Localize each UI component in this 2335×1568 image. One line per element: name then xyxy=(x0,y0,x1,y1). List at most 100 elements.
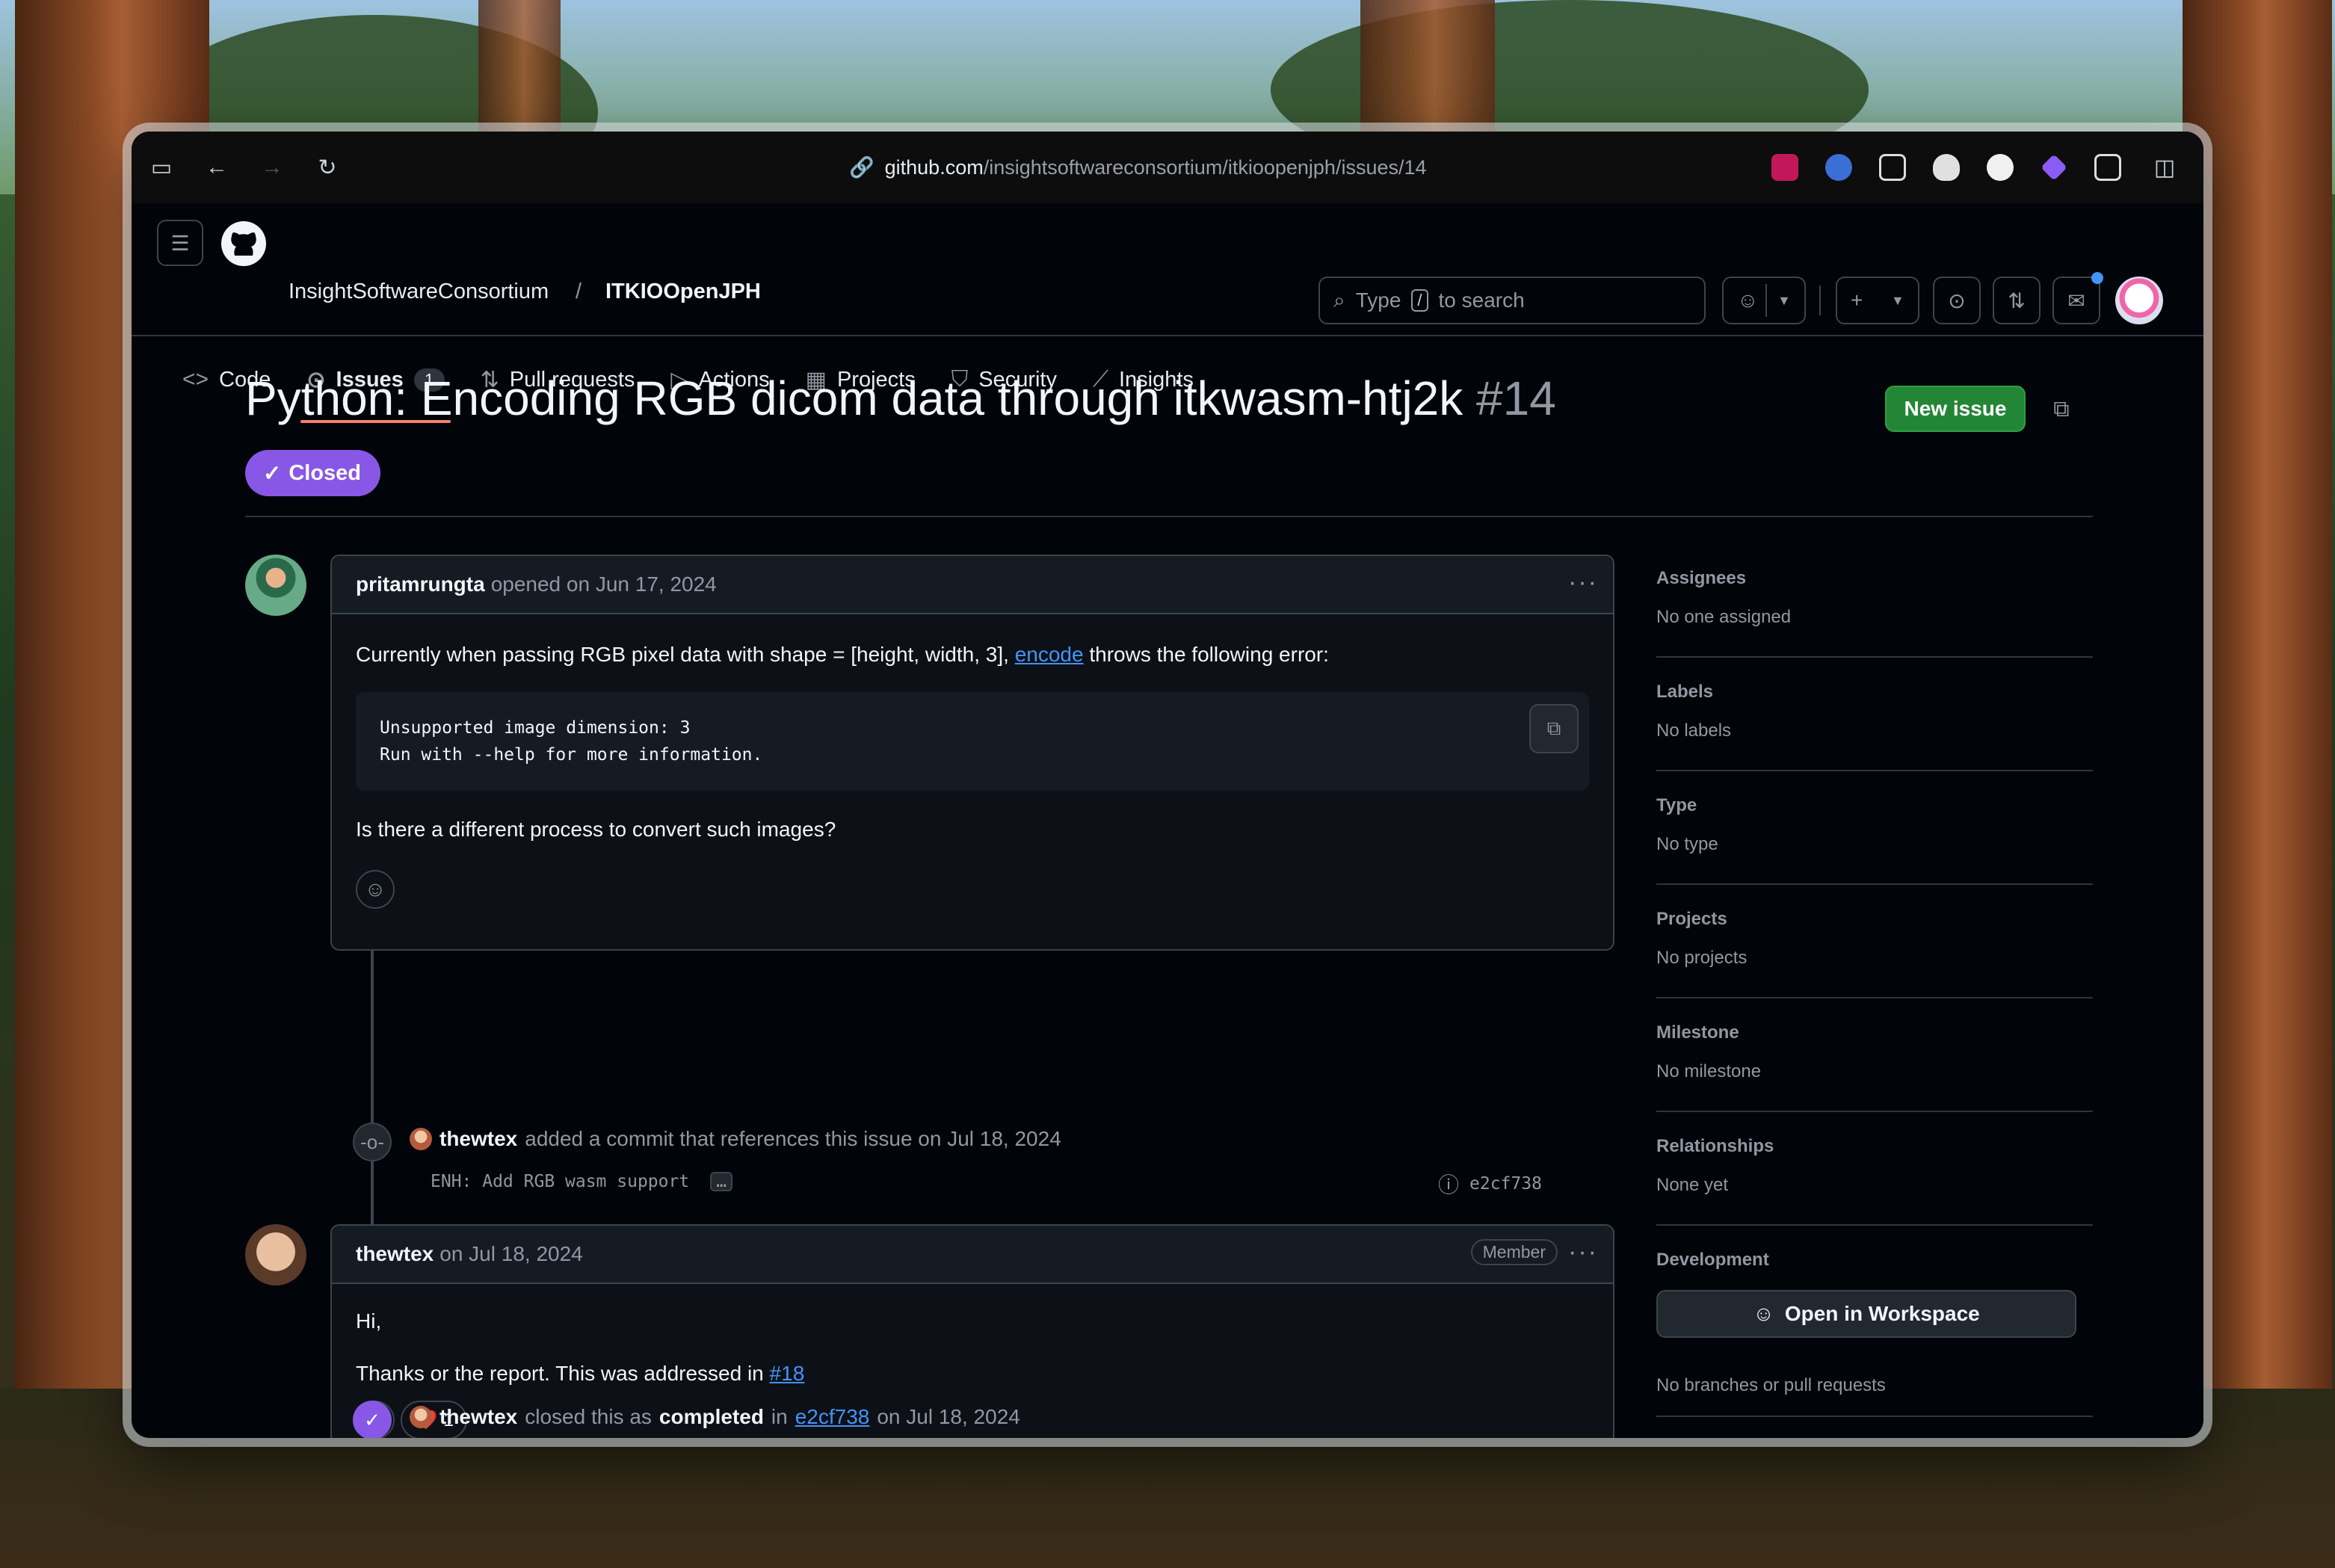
timeline-line xyxy=(371,951,374,1224)
issue-sidebar: Assignees No one assigned Labels No labels… xyxy=(1656,132,2093,1438)
event-text: in xyxy=(771,1405,788,1428)
comment-paragraph: Thanks or the report. This was addressed… xyxy=(356,1362,1589,1386)
commit-message[interactable]: ENH: Add RGB wasm support xyxy=(431,1172,689,1191)
commit-sha[interactable]: e2cf738 xyxy=(1469,1174,1542,1194)
comment-paragraph: Is there a different process to convert … xyxy=(356,818,836,841)
member-badge: Member xyxy=(1470,1239,1558,1265)
commit-row: ENH: Add RGB wasm support … xyxy=(431,1172,733,1191)
comment-paragraph: Currently when passing RGB pixel data wi… xyxy=(356,643,1589,667)
sidebar-heading: Milestone xyxy=(1656,1022,1739,1043)
search-placeholder-prefix: Type xyxy=(1355,288,1401,312)
expand-commit-button[interactable]: … xyxy=(710,1172,733,1191)
pull-request-link[interactable]: #18 xyxy=(770,1362,805,1385)
status-badge-label: Closed xyxy=(289,460,361,485)
issue-number: #14 xyxy=(1476,371,1556,425)
event-status: completed xyxy=(658,1405,764,1428)
sidebar-heading: Projects xyxy=(1656,909,1727,929)
author-avatar[interactable] xyxy=(410,1406,432,1428)
sidebar-heading: Development xyxy=(1656,1250,1769,1270)
sidebar-development: Development ☺ Open in Workspace No branch… xyxy=(1656,1250,2093,1417)
sidebar-value: No branches or pull requests xyxy=(1656,1375,1886,1395)
menu-icon[interactable]: ☰ xyxy=(157,220,203,266)
comment-timestamp: on Jul 18, 2024 xyxy=(439,1242,583,1265)
sidebar-type[interactable]: Type No type xyxy=(1656,795,2093,885)
sidebar-heading: Labels xyxy=(1656,682,1714,702)
commit-link[interactable]: e2cf738 xyxy=(795,1405,870,1429)
forward-arrow-icon[interactable]: → xyxy=(256,151,289,184)
search-icon: ⌕ xyxy=(1333,288,1345,312)
comment-author[interactable]: thewtex xyxy=(356,1242,434,1266)
user-avatar[interactable] xyxy=(2115,277,2163,324)
sidebar-heading: Assignees xyxy=(1656,568,1747,588)
encode-link[interactable]: encode xyxy=(1015,643,1084,666)
sidebar-labels[interactable]: Labels No labels xyxy=(1656,682,2093,771)
issue-title-text: Python: Encoding RGB dicom data through … xyxy=(245,371,1463,425)
commit-event: thewtex added a commit that references t… xyxy=(410,1127,1061,1151)
sidebar-value: No one assigned xyxy=(1656,607,1792,627)
comment-timestamp: opened on Jun 17, 2024 xyxy=(490,572,717,596)
author-avatar[interactable] xyxy=(245,555,306,616)
reload-icon[interactable]: ↻ xyxy=(311,151,344,184)
sidebar-value: No labels xyxy=(1656,720,1732,741)
comment-author[interactable]: pritamrungta xyxy=(356,572,485,596)
code-line: Unsupported image dimension: 3 xyxy=(380,718,691,738)
sidebar-milestone[interactable]: Milestone No milestone xyxy=(1656,1022,2093,1112)
split-view-icon[interactable]: ◫ xyxy=(2148,151,2181,184)
sidebar-heading: Relationships xyxy=(1656,1136,1774,1156)
url-path: /insightsoftwareconsortium/itkioopenjph/… xyxy=(983,155,1427,179)
status-badge: ✓ Closed xyxy=(245,450,380,496)
search-placeholder-suffix: to search xyxy=(1438,288,1525,312)
open-in-workspace-button[interactable]: ☺ Open in Workspace xyxy=(1656,1290,2076,1338)
browser-window: ▭ ← → ↻ 🔗 github.com/insightsoftwarecons… xyxy=(132,132,2203,1438)
issue-title: Python: Encoding RGB dicom data through … xyxy=(245,371,1556,426)
breadcrumb-owner[interactable]: InsightSoftwareConsortium xyxy=(289,280,549,304)
link-icon: 🔗 xyxy=(849,156,875,179)
breadcrumb-repo[interactable]: ITKIOOpenJPH xyxy=(605,280,761,304)
sidebar-heading: Type xyxy=(1656,795,1697,815)
breadcrumb-separator: / xyxy=(576,280,582,303)
back-arrow-icon[interactable]: ← xyxy=(200,151,233,184)
info-icon[interactable]: ⓘ xyxy=(1438,1169,1459,1199)
sidebar-value: No type xyxy=(1656,834,1718,854)
comment-body: Currently when passing RGB pixel data wi… xyxy=(332,643,1613,909)
comment-text: throws the following error: xyxy=(1089,643,1329,666)
sidebar-value: No projects xyxy=(1656,948,1748,968)
button-label: Open in Workspace xyxy=(1784,1302,1980,1325)
comment-header: pritamrungta opened on Jun 17, 2024 ··· xyxy=(332,556,1613,614)
add-reaction-icon[interactable]: ☺ xyxy=(356,870,395,909)
event-author[interactable]: thewtex xyxy=(439,1405,517,1429)
code-icon: <> xyxy=(182,367,209,392)
search-shortcut-key: / xyxy=(1411,289,1428,312)
sidebar-relationships[interactable]: Relationships None yet xyxy=(1656,1136,2093,1226)
sidebar-toggle-icon[interactable]: ▭ xyxy=(145,151,178,184)
commit-sha-row: ⓘ e2cf738 xyxy=(1438,1169,1542,1199)
sidebar-value: No milestone xyxy=(1656,1061,1762,1081)
comment-header: thewtex on Jul 18, 2024 Member ··· xyxy=(332,1226,1613,1284)
github-logo-icon[interactable] xyxy=(220,220,268,268)
more-options-icon[interactable]: ··· xyxy=(1568,570,1598,595)
author-avatar[interactable] xyxy=(245,1224,306,1285)
event-author[interactable]: thewtex xyxy=(439,1127,517,1151)
sidebar-assignees[interactable]: Assignees No one assigned xyxy=(1656,568,2093,658)
more-options-icon[interactable]: ··· xyxy=(1568,1239,1598,1265)
copy-icon[interactable]: ⧉ xyxy=(1529,704,1579,753)
url-host: github.com xyxy=(884,155,984,179)
address-bar[interactable]: 🔗 github.com/insightsoftwareconsortium/i… xyxy=(849,151,1427,184)
code-block: Unsupported image dimension: 3 Run with -… xyxy=(356,692,1589,791)
copilot-icon: ☺ xyxy=(1753,1302,1774,1325)
author-avatar[interactable] xyxy=(410,1128,432,1150)
sidebar-projects[interactable]: Projects No projects xyxy=(1656,909,2093,998)
settings-extension-icon[interactable] xyxy=(2094,154,2121,181)
comment-paragraph: Hi, xyxy=(356,1309,382,1333)
comment-text: Thanks or the report. This was addressed… xyxy=(356,1362,764,1385)
event-text: closed this as xyxy=(525,1405,652,1428)
event-date: on Jul 18, 2024 xyxy=(877,1405,1020,1428)
closed-check-icon: ✓ xyxy=(353,1401,392,1438)
search-input[interactable]: ⌕ Type / to search xyxy=(1318,277,1706,324)
issue-comment: pritamrungta opened on Jun 17, 2024 ··· … xyxy=(330,555,1614,951)
commit-icon: -o- xyxy=(353,1123,392,1161)
event-text: added a commit that references this issu… xyxy=(525,1127,1061,1150)
notification-dot xyxy=(2091,272,2103,284)
comment-text: Currently when passing RGB pixel data wi… xyxy=(356,643,1009,666)
closed-event: thewtex closed this as completed in e2cf… xyxy=(410,1405,1020,1429)
